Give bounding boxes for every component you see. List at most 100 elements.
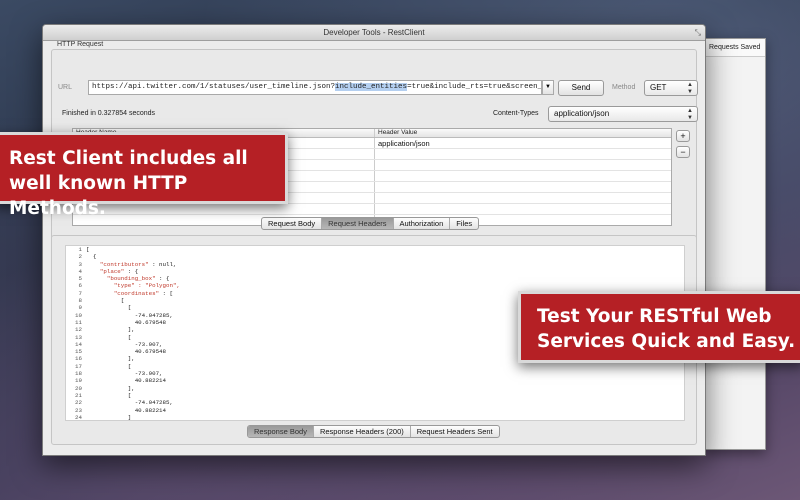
line-number: 14 <box>75 340 82 348</box>
code-text: -73.907, <box>86 340 163 348</box>
url-input[interactable]: https://api.twitter.com/1/statuses/user_… <box>88 80 542 95</box>
code-text: ], <box>86 326 135 334</box>
line-number: 5 <box>78 275 82 283</box>
code-text: [ <box>86 391 132 399</box>
line-number: 12 <box>75 326 82 334</box>
code-line: 1[ <box>66 246 684 253</box>
json-key: "coordinates" <box>86 289 160 297</box>
add-header-button[interactable]: + <box>676 130 690 142</box>
json-key: "place" <box>86 267 125 275</box>
line-number: 24 <box>75 413 82 421</box>
code-line: 18 -73.907, <box>66 370 684 377</box>
json-key: "contributors" <box>86 260 149 268</box>
http-methods-callout: Rest Client includes all well known HTTP… <box>0 132 288 219</box>
header-value-cell[interactable]: application/json <box>375 138 671 148</box>
line-number: 23 <box>75 406 82 414</box>
url-text-end: =true&include_rts=true&screen_name <box>407 83 542 91</box>
restful-callout: Test Your RESTful Web Services Quick and… <box>518 291 800 363</box>
content-types-label: Content-Types <box>493 110 539 117</box>
remove-header-button[interactable]: − <box>676 146 690 158</box>
chevron-down-icon[interactable]: ▼ <box>542 80 554 95</box>
code-text: "bounding_box" : { <box>86 275 170 282</box>
code-text: 40.882214 <box>86 377 167 385</box>
updown-arrows-icon: ▲ ▼ <box>687 108 693 121</box>
code-text: 40.679548 <box>86 318 167 326</box>
line-number: 21 <box>75 391 82 399</box>
restclient-window: Developer Tools - RestClient ⤡ HTTP Requ… <box>42 24 706 456</box>
code-line: 2 { <box>66 253 684 260</box>
window-titlebar[interactable]: Developer Tools - RestClient ⤡ <box>43 25 705 41</box>
method-select[interactable]: GET ▲ ▼ <box>644 80 698 96</box>
header-value-cell[interactable] <box>375 204 671 214</box>
line-number: 19 <box>75 377 82 385</box>
line-number: 13 <box>75 333 82 341</box>
json-key: "type" <box>86 282 135 290</box>
callout-line: Rest Client includes all <box>9 148 248 169</box>
code-line: 3 "contributors" : null, <box>66 261 684 268</box>
requests-saved-panel: Requests Saved <box>704 38 766 450</box>
requests-saved-header: Requests Saved <box>705 39 765 57</box>
method-label: Method <box>612 84 636 91</box>
code-text: 40.882214 <box>86 406 167 414</box>
code-text: -74.047285, <box>86 311 173 319</box>
json-value: : null, <box>148 260 177 268</box>
tab-response-body[interactable]: Response Body <box>248 426 314 437</box>
header-value-cell[interactable] <box>375 171 671 181</box>
json-value: : "Polygon", <box>134 282 180 290</box>
code-text: ], <box>86 384 135 392</box>
callout-line: Test Your RESTful Web <box>537 306 772 327</box>
tab-request-headers-sent[interactable]: Request Headers Sent <box>411 426 499 437</box>
code-text: [ <box>86 297 125 305</box>
line-number: 10 <box>75 311 82 319</box>
code-line: 19 40.882214 <box>66 377 684 384</box>
finished-status: Finished in 0.327854 seconds <box>62 110 156 117</box>
line-number: 9 <box>78 304 82 312</box>
line-number: 20 <box>75 384 82 392</box>
line-number: 1 <box>78 246 82 253</box>
content-type-select[interactable]: application/json ▲ ▼ <box>548 106 698 122</box>
response-tabs: Response Body Response Headers (200) Req… <box>247 425 500 438</box>
code-line: 17 [ <box>66 363 684 370</box>
code-text: 40.679548 <box>86 348 167 356</box>
callout-line: Services Quick and Easy. <box>537 331 796 352</box>
json-value: : { <box>124 267 139 275</box>
window-title: Developer Tools - RestClient <box>323 28 425 37</box>
code-text: { <box>86 253 97 261</box>
line-number: 7 <box>78 289 82 297</box>
updown-arrows-icon: ▲ ▼ <box>687 82 693 95</box>
header-value-cell[interactable] <box>375 160 671 170</box>
tab-response-headers[interactable]: Response Headers (200) <box>314 426 411 437</box>
http-request-label: HTTP Request <box>57 41 104 48</box>
line-number: 3 <box>78 260 82 268</box>
send-button[interactable]: Send <box>558 80 604 96</box>
tab-files[interactable]: Files <box>450 218 478 229</box>
column-header-value[interactable]: Header Value <box>375 129 671 137</box>
resize-icon[interactable]: ⤡ <box>695 25 701 41</box>
header-value-cell[interactable] <box>375 149 671 159</box>
code-line: 22 -74.047285, <box>66 399 684 406</box>
json-key: "bounding_box" <box>86 275 156 283</box>
code-text: [ <box>86 362 132 370</box>
code-line: 20 ], <box>66 385 684 392</box>
code-text: -73.907, <box>86 370 163 378</box>
tab-request-headers[interactable]: Request Headers <box>322 218 394 229</box>
code-text: "coordinates" : [ <box>86 290 173 297</box>
tab-authorization[interactable]: Authorization <box>394 218 451 229</box>
code-line: 21 [ <box>66 392 684 399</box>
line-number: 4 <box>78 267 82 275</box>
line-number: 8 <box>78 297 82 305</box>
method-value: GET <box>650 83 667 92</box>
header-value-cell[interactable] <box>375 193 671 203</box>
line-number: 22 <box>75 399 82 407</box>
url-text-selected: include_entities <box>335 83 408 91</box>
line-number: 15 <box>75 348 82 356</box>
code-text: "type" : "Polygon", <box>86 282 180 289</box>
header-value-cell[interactable] <box>375 182 671 192</box>
line-number: 16 <box>75 355 82 363</box>
callout-line: well known HTTP Methods. <box>9 173 188 219</box>
json-value: : [ <box>159 289 173 297</box>
json-value: : { <box>155 275 170 283</box>
code-text: -74.047285, <box>86 399 173 407</box>
code-text: ], <box>86 355 135 363</box>
code-line: 5 "bounding_box" : { <box>66 275 684 282</box>
